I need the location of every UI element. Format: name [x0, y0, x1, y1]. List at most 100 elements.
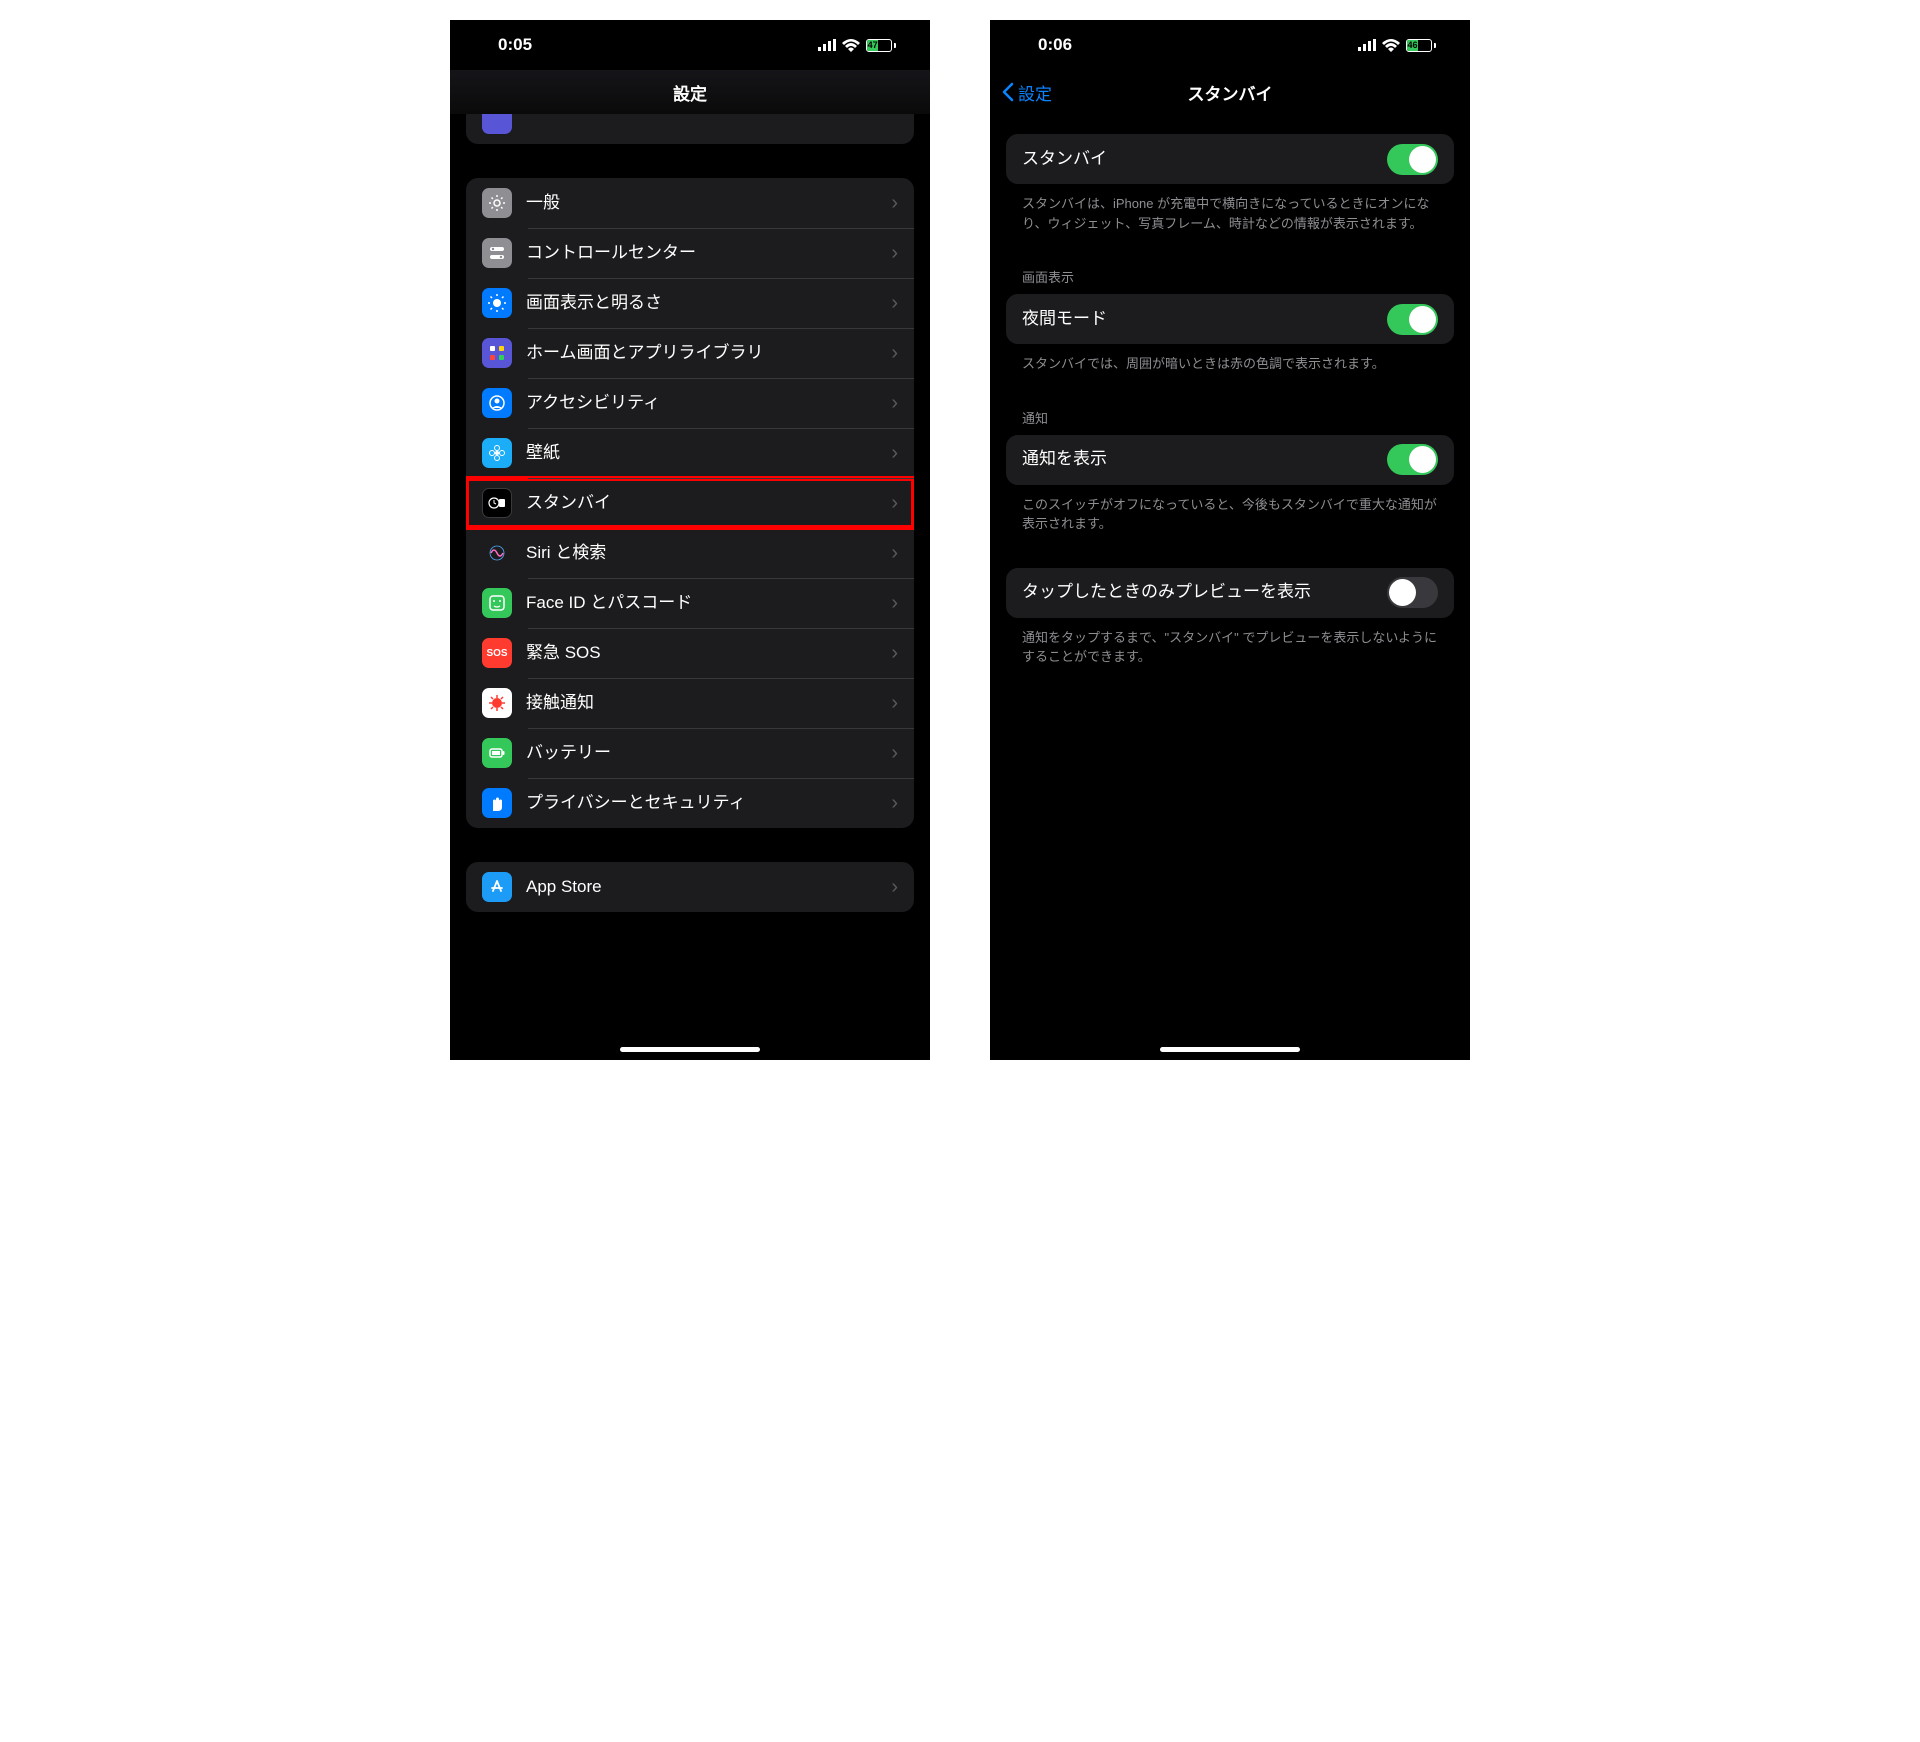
chevron-right-icon: ›: [891, 392, 898, 415]
toggle-switch[interactable]: [1387, 304, 1438, 335]
settings-row-wallpaper[interactable]: 壁紙 ›: [466, 428, 914, 478]
section-list: 通知を表示: [1006, 435, 1454, 485]
settings-list: 一般 › コントロールセンター › 画面表示と明るさ › ホーム画面とアプリライ…: [466, 178, 914, 828]
sos-icon: SOS: [482, 638, 512, 668]
wifi-icon: [1382, 39, 1400, 52]
toggle-switch[interactable]: [1387, 444, 1438, 475]
standby-content[interactable]: スタンバイ スタンバイは、iPhone が充電中で横向きになっているときにオンに…: [990, 114, 1470, 707]
chevron-right-icon: ›: [891, 242, 898, 265]
section-header: 画面表示: [1006, 267, 1454, 294]
virus-icon: [482, 688, 512, 718]
battery-icon: 46: [1406, 39, 1436, 52]
cellular-icon: [818, 39, 836, 51]
chevron-right-icon: ›: [891, 192, 898, 215]
person-icon: [482, 388, 512, 418]
flower-icon: [482, 438, 512, 468]
toggle-row-standby[interactable]: スタンバイ: [1006, 134, 1454, 184]
section-footer: スタンバイでは、周囲が暗いときは赤の色調で表示されます。: [1006, 344, 1454, 374]
status-time: 0:06: [1038, 35, 1072, 55]
row-label: 一般: [526, 192, 877, 214]
chevron-right-icon: ›: [891, 292, 898, 315]
settings-row-siri[interactable]: Siri と検索 ›: [466, 528, 914, 578]
page-title: スタンバイ: [1188, 80, 1273, 105]
row-label: スタンバイ: [1022, 148, 1373, 170]
settings-row-general[interactable]: 一般 ›: [466, 178, 914, 228]
row-label: 緊急 SOS: [526, 642, 877, 664]
battery-icon: [482, 738, 512, 768]
home-indicator[interactable]: [1160, 1047, 1300, 1052]
battery-icon: 47: [866, 39, 896, 52]
nav-header: 設定: [450, 70, 930, 114]
row-label: 壁紙: [526, 442, 877, 464]
chevron-right-icon: ›: [891, 642, 898, 665]
settings-row-appstore[interactable]: App Store ›: [466, 862, 914, 912]
clockcard-icon: [482, 488, 512, 518]
section-footer: 通知をタップするまで、"スタンバイ" でプレビューを表示しないようにすることがで…: [1006, 618, 1454, 667]
toggle-row-show_notif[interactable]: 通知を表示: [1006, 435, 1454, 485]
settings-row-battery[interactable]: バッテリー ›: [466, 728, 914, 778]
chevron-right-icon: ›: [891, 792, 898, 815]
section-footer: スタンバイは、iPhone が充電中で横向きになっているときにオンになり、ウィジ…: [1006, 184, 1454, 233]
toggle-switch[interactable]: [1387, 144, 1438, 175]
chevron-right-icon: ›: [891, 442, 898, 465]
row-label: ホーム画面とアプリライブラリ: [526, 342, 877, 364]
wifi-icon: [842, 39, 860, 52]
row-label: アクセシビリティ: [526, 392, 877, 414]
row-label: Siri と検索: [526, 542, 877, 564]
gear-icon: [482, 188, 512, 218]
row-label: コントロールセンター: [526, 242, 877, 264]
settings-row-faceid[interactable]: Face ID とパスコード ›: [466, 578, 914, 628]
row-label: タップしたときのみプレビューを表示: [1022, 581, 1373, 603]
chevron-right-icon: ›: [891, 542, 898, 565]
page-title: 設定: [673, 80, 707, 105]
cellular-icon: [1358, 39, 1376, 51]
back-button[interactable]: 設定: [1002, 70, 1052, 114]
row-label: スタンバイ: [526, 492, 877, 514]
section-list: スタンバイ: [1006, 134, 1454, 184]
settings-row-sos[interactable]: SOS 緊急 SOS ›: [466, 628, 914, 678]
home-indicator[interactable]: [620, 1047, 760, 1052]
settings-row-control[interactable]: コントロールセンター ›: [466, 228, 914, 278]
row-label: 夜間モード: [1022, 308, 1373, 330]
standby-screen: 0:06 46 設定 スタンバイ スタンバイ スタンバイは、iPhone が充電…: [990, 20, 1470, 1060]
status-right: 47: [818, 39, 896, 52]
chevron-right-icon: ›: [891, 692, 898, 715]
settings-row-home[interactable]: ホーム画面とアプリライブラリ ›: [466, 328, 914, 378]
chevron-right-icon: ›: [891, 592, 898, 615]
status-right: 46: [1358, 39, 1436, 52]
toggle-row-tap_preview[interactable]: タップしたときのみプレビューを表示: [1006, 568, 1454, 618]
section-list: タップしたときのみプレビューを表示: [1006, 568, 1454, 618]
row-label: 接触通知: [526, 692, 877, 714]
status-bar: 0:05 47: [450, 20, 930, 70]
section-header: 通知: [1006, 408, 1454, 435]
toggle-row-night[interactable]: 夜間モード: [1006, 294, 1454, 344]
switches-icon: [482, 238, 512, 268]
nav-header: 設定 スタンバイ: [990, 70, 1470, 114]
chevron-right-icon: ›: [891, 492, 898, 515]
appstore-icon: [482, 872, 512, 902]
chevron-right-icon: ›: [891, 742, 898, 765]
row-label: プライバシーとセキュリティ: [526, 792, 877, 814]
status-bar: 0:06 46: [990, 20, 1470, 70]
settings-row-display[interactable]: 画面表示と明るさ ›: [466, 278, 914, 328]
settings-row-exposure[interactable]: 接触通知 ›: [466, 678, 914, 728]
row-label: Face ID とパスコード: [526, 592, 877, 614]
row-label: App Store: [526, 876, 877, 898]
chevron-right-icon: ›: [891, 876, 898, 899]
previous-group-peek: [466, 114, 914, 144]
back-label: 設定: [1018, 80, 1052, 105]
grid-icon: [482, 338, 512, 368]
settings-content[interactable]: 一般 › コントロールセンター › 画面表示と明るさ › ホーム画面とアプリライ…: [450, 114, 930, 952]
settings-row-accessibility[interactable]: アクセシビリティ ›: [466, 378, 914, 428]
chevron-right-icon: ›: [891, 342, 898, 365]
sun-icon: [482, 288, 512, 318]
settings-row-privacy[interactable]: プライバシーとセキュリティ ›: [466, 778, 914, 828]
hand-icon: [482, 788, 512, 818]
status-time: 0:05: [498, 35, 532, 55]
row-label: バッテリー: [526, 742, 877, 764]
section-list: 夜間モード: [1006, 294, 1454, 344]
row-label: 通知を表示: [1022, 448, 1373, 470]
settings-list-next: App Store ›: [466, 862, 914, 912]
toggle-switch[interactable]: [1387, 577, 1438, 608]
settings-row-standby[interactable]: スタンバイ ›: [466, 478, 914, 528]
